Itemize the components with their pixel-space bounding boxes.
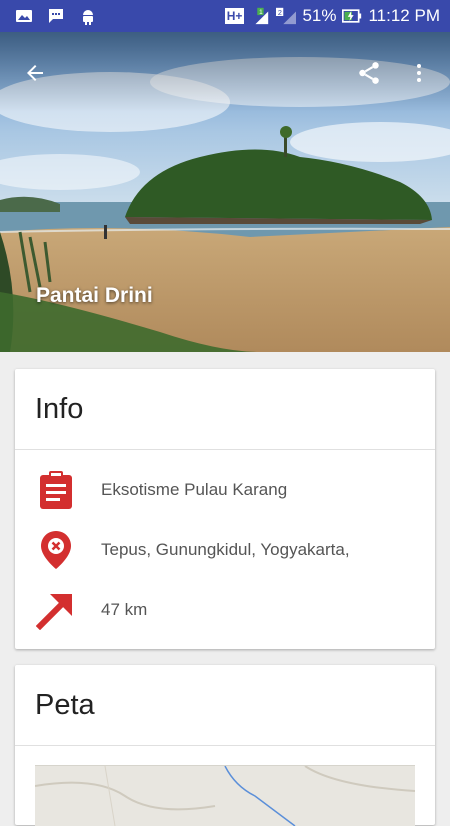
info-card: Info Eksotisme Pulau Karang Tepus, Gunun… xyxy=(15,369,435,649)
battery-charging-icon xyxy=(342,7,362,25)
info-card-header: Info xyxy=(15,369,435,450)
status-bar: H+ 1 2 51% 11:12 PM xyxy=(0,0,450,32)
android-notification-icon xyxy=(78,7,98,25)
back-button[interactable] xyxy=(14,52,56,94)
map-roads-image xyxy=(35,766,415,826)
gallery-notification-icon xyxy=(14,7,34,25)
location-pin-icon xyxy=(31,525,81,575)
more-vert-icon xyxy=(417,64,421,82)
back-arrow-icon xyxy=(27,65,43,81)
map-view[interactable] xyxy=(35,765,415,826)
clipboard-icon xyxy=(31,465,81,515)
map-card: Peta xyxy=(15,665,435,826)
info-row-distance: 47 km xyxy=(15,585,435,635)
info-row-description: Eksotisme Pulau Karang xyxy=(15,465,435,515)
info-row-location: Tepus, Gunungkidul, Yogyakarta, xyxy=(15,525,435,575)
info-distance-text: 47 km xyxy=(101,600,148,619)
app-bar xyxy=(0,32,450,102)
signal-sim2-icon: 2 xyxy=(276,7,297,25)
info-description-text: Eksotisme Pulau Karang xyxy=(101,480,288,499)
signal-sim1-icon: 1 xyxy=(250,7,270,25)
arrow-up-right-icon xyxy=(31,585,81,635)
battery-percent: 51% xyxy=(302,6,337,25)
hero-image: Pantai Drini xyxy=(0,32,450,352)
overflow-menu-button[interactable] xyxy=(398,52,440,94)
sim2-label: 2 xyxy=(278,8,282,17)
sim1-label: 1 xyxy=(260,9,264,16)
share-icon xyxy=(359,62,379,84)
status-time: 11:12 PM xyxy=(368,6,440,25)
network-type-badge: H+ xyxy=(224,8,245,24)
share-button[interactable] xyxy=(348,52,390,94)
message-notification-icon xyxy=(46,7,66,25)
map-card-header: Peta xyxy=(15,665,435,746)
place-title: Pantai Drini xyxy=(36,284,153,307)
info-location-text: Tepus, Gunungkidul, Yogyakarta, xyxy=(101,540,350,559)
